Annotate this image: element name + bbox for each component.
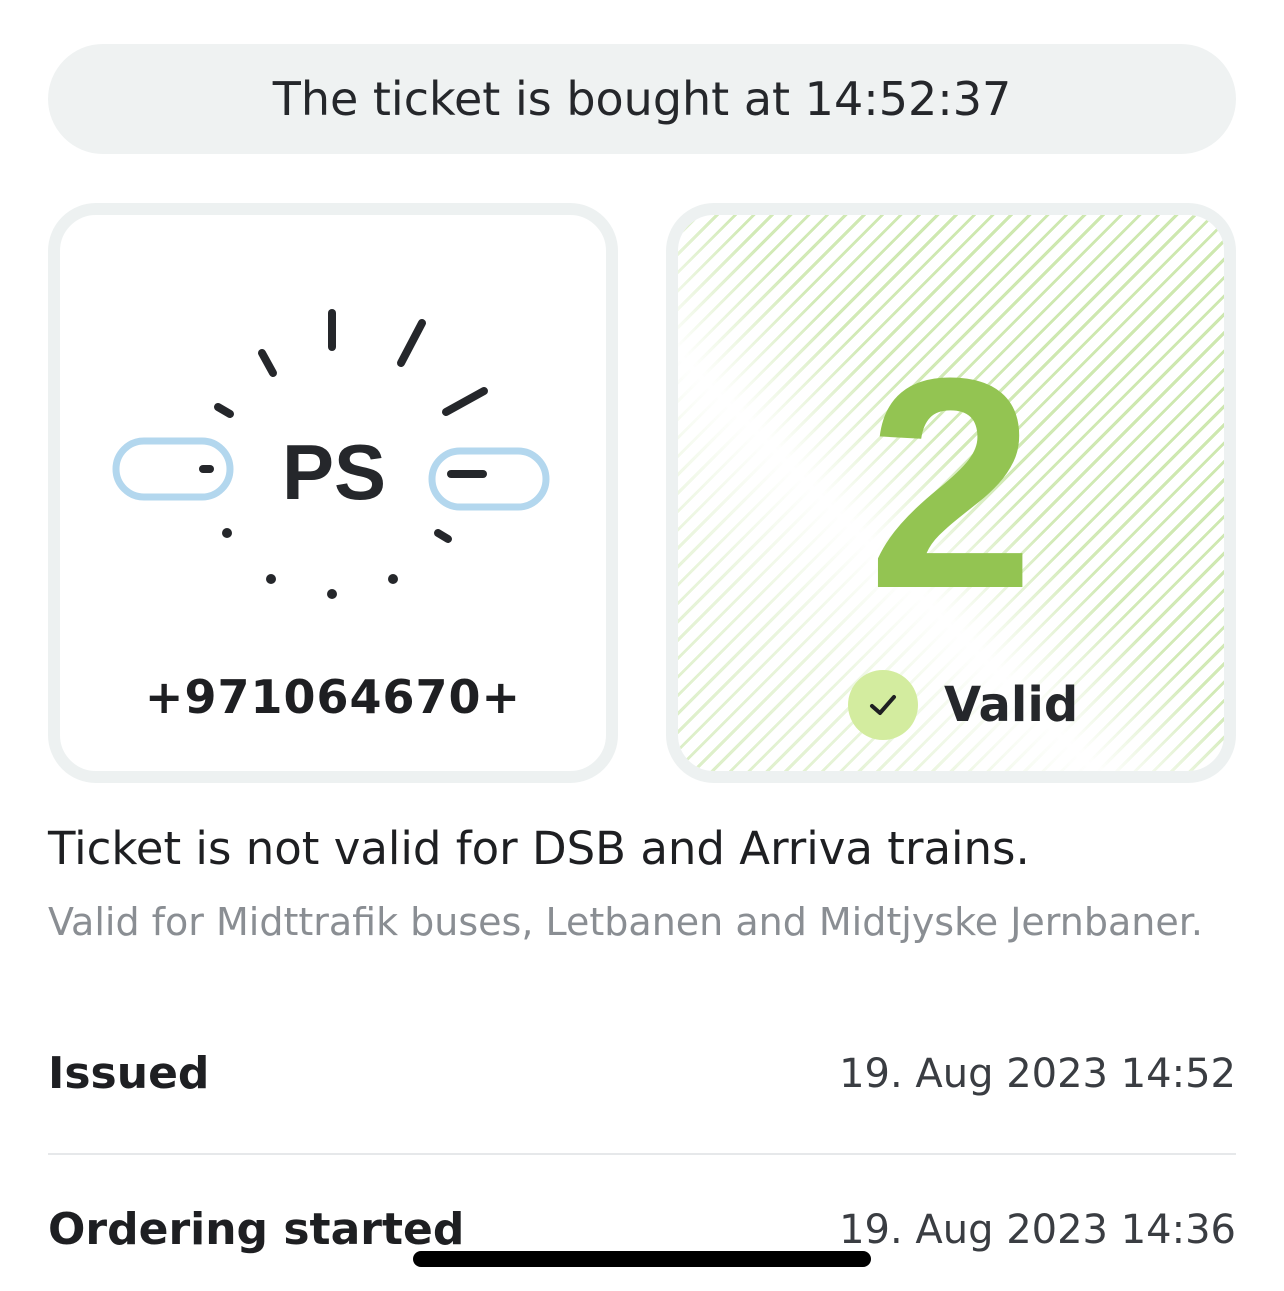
detail-label: Ordering started — [48, 1204, 465, 1255]
detail-row-ordering-started: Ordering started 19. Aug 2023 14:36 — [48, 1204, 1236, 1255]
burst-dot — [266, 574, 276, 584]
zone-count: 2 — [867, 315, 1035, 651]
burst-ray — [442, 387, 488, 416]
operator-logo-text: PS — [282, 428, 386, 516]
purchase-time-banner: The ticket is bought at 14:52:37 — [48, 44, 1236, 154]
burst-dot — [388, 574, 398, 584]
burst-dot — [222, 528, 232, 538]
burst-ray — [258, 349, 277, 377]
detail-value: 19. Aug 2023 14:36 — [839, 1206, 1236, 1253]
divider — [48, 1153, 1236, 1155]
home-indicator[interactable] — [413, 1251, 871, 1267]
detail-row-issued: Issued 19. Aug 2023 14:52 — [48, 1048, 1236, 1099]
validity-label: Valid — [944, 677, 1079, 733]
burst-dot — [327, 589, 337, 599]
burst-dots — [222, 528, 398, 599]
right-pill-icon — [428, 447, 550, 511]
burst-ray — [434, 529, 452, 543]
detail-value: 19. Aug 2023 14:52 — [839, 1050, 1236, 1097]
purchase-time-text: The ticket is bought at 14:52:37 — [272, 72, 1012, 126]
check-mark — [870, 695, 896, 715]
ticket-code: +971064670+ — [144, 670, 522, 724]
validity-card: 2 Valid — [666, 203, 1236, 783]
ticket-animation: PS — [112, 309, 550, 599]
ticket-animation-card: PS +971064670+ — [48, 203, 618, 783]
validity-status: Valid — [848, 670, 1078, 740]
check-icon — [848, 670, 918, 740]
detail-label: Issued — [48, 1048, 210, 1099]
burst-ray — [214, 403, 234, 418]
burst-ray — [397, 319, 426, 367]
validity-subnotice: Valid for Midttrafik buses, Letbanen and… — [48, 900, 1203, 944]
validity-notice: Ticket is not valid for DSB and Arriva t… — [48, 822, 1030, 875]
